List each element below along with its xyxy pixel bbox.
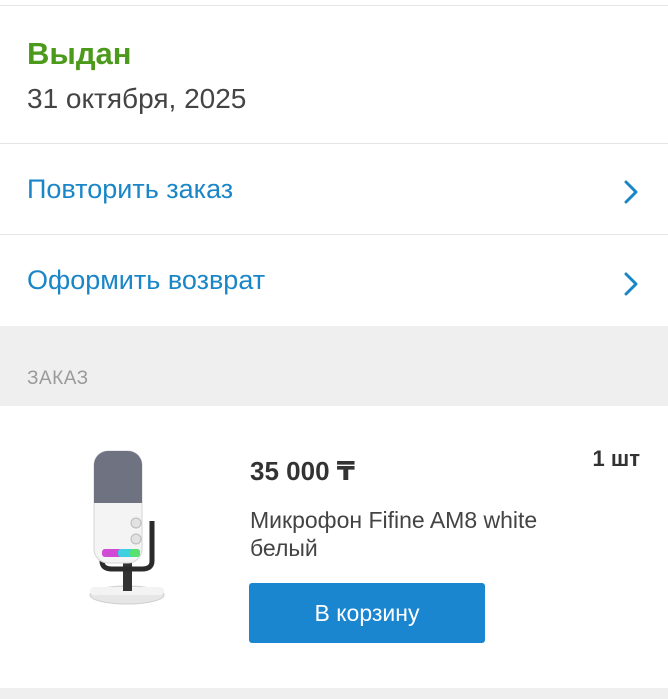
item-price: 35 000 ₸ xyxy=(250,456,355,486)
microphone-image[interactable] xyxy=(80,441,175,611)
return-order-label: Оформить возврат xyxy=(27,265,266,295)
order-item: 35 000 ₸ 1 шт Микрофон Fifine AM8 white … xyxy=(0,406,668,688)
chevron-right-icon xyxy=(621,177,641,207)
order-status-block: Выдан 31 октября, 2025 xyxy=(0,6,668,144)
order-status: Выдан xyxy=(27,36,132,71)
add-to-cart-button[interactable]: В корзину xyxy=(249,583,485,643)
repeat-order-label: Повторить заказ xyxy=(27,173,234,204)
order-section-header: ЗАКАЗ xyxy=(0,326,668,406)
repeat-order-button[interactable]: Повторить заказ xyxy=(0,144,668,235)
return-order-button[interactable]: Оформить возврат xyxy=(0,235,668,326)
bottom-divider xyxy=(0,688,668,699)
order-date: 31 октября, 2025 xyxy=(27,83,247,114)
order-section-label: ЗАКАЗ xyxy=(27,368,89,389)
item-quantity: 1 шт xyxy=(592,446,640,471)
chevron-right-icon xyxy=(621,269,641,299)
item-name[interactable]: Микрофон Fifine AM8 white белый xyxy=(250,506,590,562)
